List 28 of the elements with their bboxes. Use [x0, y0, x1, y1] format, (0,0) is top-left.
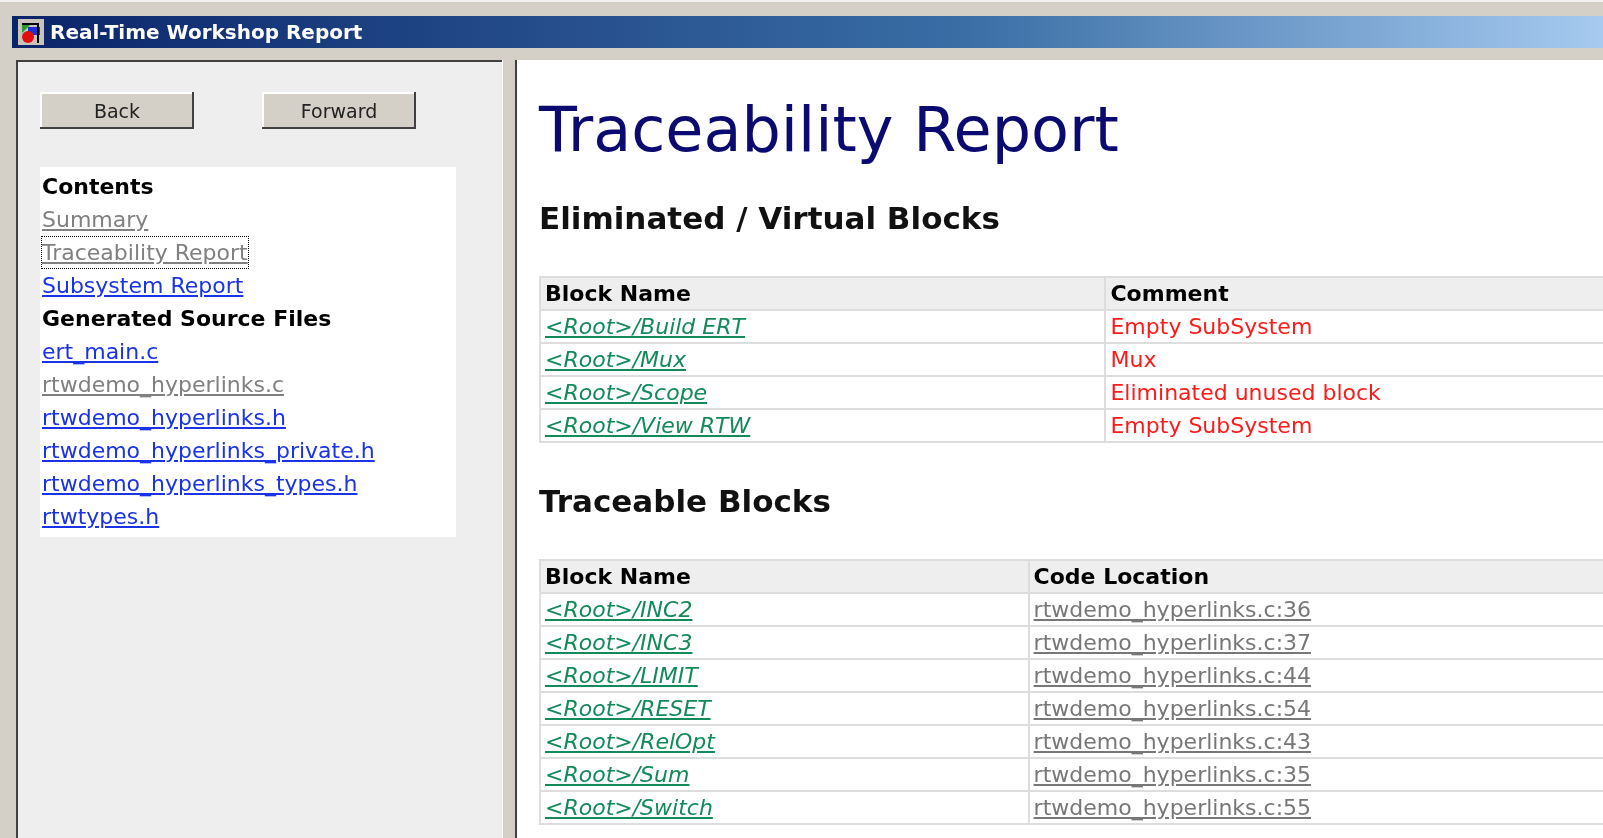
contents-link[interactable]: rtwdemo_hyperlinks_private.h — [42, 435, 375, 466]
pane-splitter[interactable] — [502, 60, 517, 838]
app-icon — [18, 19, 44, 45]
nav-button[interactable]: Forward — [262, 92, 416, 129]
column-header: Block Name — [540, 277, 1106, 310]
report-title: Traceability Report — [539, 94, 1120, 166]
column-header: Block Name — [540, 560, 1029, 593]
comment-text: Mux — [1110, 347, 1157, 372]
nav-button[interactable]: Back — [40, 92, 194, 129]
contents-link[interactable]: rtwtypes.h — [42, 501, 160, 532]
contents-link[interactable]: rtwdemo_hyperlinks_types.h — [42, 468, 358, 499]
column-header: Comment — [1105, 277, 1603, 310]
comment-text: Eliminated unused block — [1110, 380, 1381, 405]
section-heading: Traceable Blocks — [539, 482, 832, 521]
contents-link[interactable]: ert_main.c — [42, 336, 159, 367]
contents-link[interactable]: Traceability Report — [42, 237, 248, 268]
contents-link[interactable]: rtwdemo_hyperlinks.c — [42, 369, 285, 400]
window-title: Real-Time Workshop Report — [50, 20, 363, 44]
contents-link[interactable]: rtwdemo_hyperlinks.h — [42, 402, 286, 433]
block-link[interactable]: <Root>/Mux — [545, 347, 687, 372]
section-heading: Eliminated / Virtual Blocks — [539, 199, 1001, 238]
comment-text: Empty SubSystem — [1110, 413, 1313, 438]
contents-heading: Contents — [42, 173, 154, 201]
contents-link[interactable]: Summary — [42, 204, 149, 235]
contents-heading: Generated Source Files — [42, 305, 332, 333]
column-header: Code Location — [1028, 560, 1603, 593]
comment-text: Empty SubSystem — [1110, 314, 1313, 339]
contents-link[interactable]: Subsystem Report — [42, 270, 244, 301]
